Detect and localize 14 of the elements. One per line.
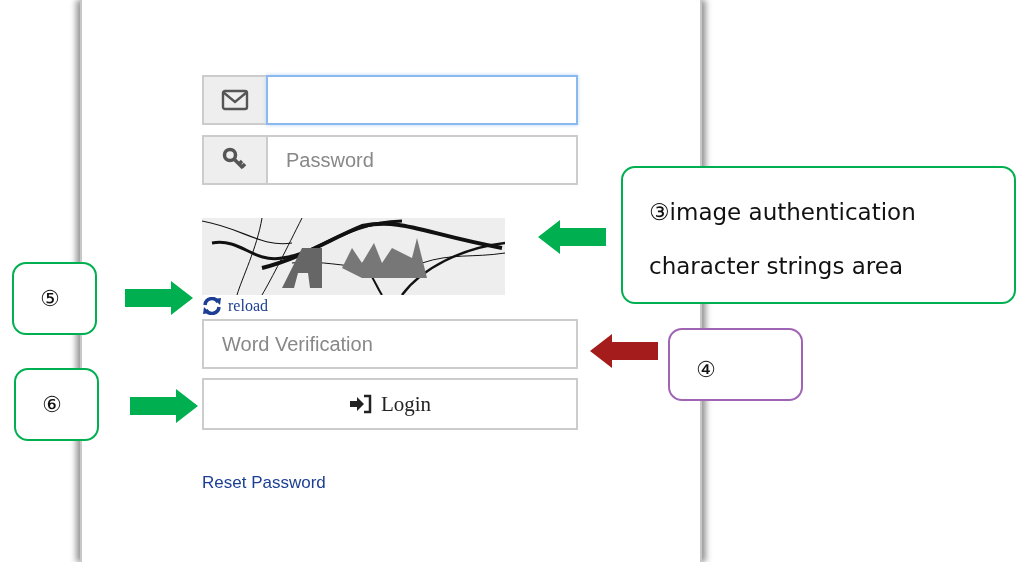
refresh-icon [202,297,222,315]
key-icon [202,135,266,185]
callout-label: ③image authentication character strings area [621,166,1016,304]
verification-field[interactable]: Word Verification [202,319,578,369]
sign-in-icon [348,394,373,414]
email-field[interactable] [266,75,578,125]
callout-label: ⑤ [12,262,97,335]
envelope-icon [202,75,266,125]
callout-label: ④ [668,328,803,401]
reload-link[interactable]: reload [202,297,268,315]
password-field[interactable]: Password [266,135,578,185]
callout-label: ⑥ [14,368,99,441]
reset-password-link[interactable]: Reset Password [202,473,326,493]
login-button[interactable]: Login [202,378,578,430]
